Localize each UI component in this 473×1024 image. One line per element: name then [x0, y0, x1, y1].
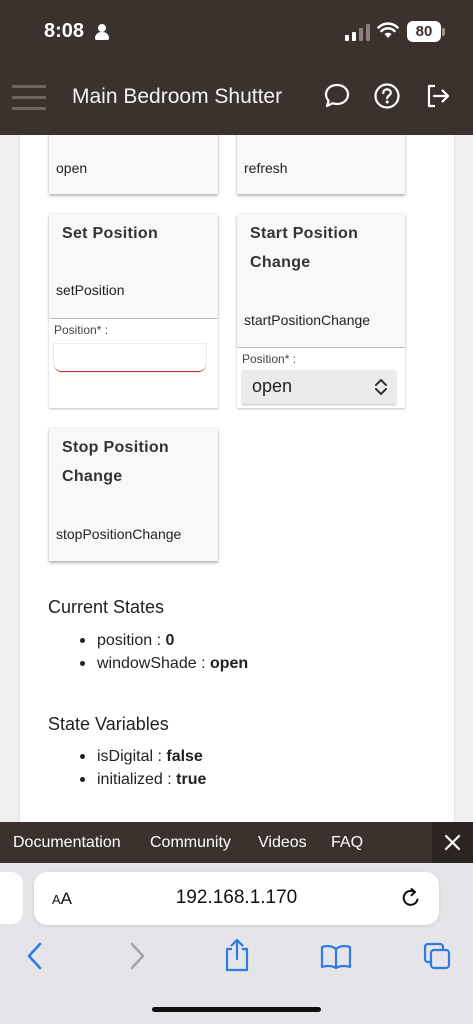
browser-toolbar: AA 192.168.1.170: [0, 863, 473, 1024]
stop-position-change-command-card[interactable]: Stop Position Change stopPositionChange: [49, 428, 218, 561]
state-variable-key: initialized: [97, 771, 163, 788]
status-time: 8:08: [44, 20, 85, 42]
set-position-command-name: setPosition: [56, 282, 125, 298]
close-button[interactable]: [432, 822, 473, 863]
state-variable-value: true: [176, 771, 207, 788]
footer-link-documentation[interactable]: Documentation: [13, 834, 121, 852]
home-indicator: [152, 1007, 321, 1012]
start-position-change-title-line1: Start Position: [250, 225, 359, 242]
logout-icon[interactable]: [424, 82, 452, 110]
state-key: windowShade: [97, 655, 197, 672]
state-item: position : 0: [78, 629, 248, 652]
current-states-heading: Current States: [48, 597, 165, 617]
footer-bar: Documentation Community Videos FAQ: [0, 822, 473, 863]
address-bar[interactable]: AA 192.168.1.170: [34, 872, 439, 925]
app-header: Main Bedroom Shutter: [0, 65, 473, 135]
page-title: Main Bedroom Shutter: [72, 85, 283, 108]
help-icon[interactable]: [373, 82, 401, 110]
close-icon: [444, 834, 461, 851]
set-position-title: Set Position: [62, 225, 159, 242]
chat-icon[interactable]: [323, 82, 351, 110]
menu-icon[interactable]: [12, 85, 46, 111]
reload-icon[interactable]: [400, 887, 422, 909]
back-icon[interactable]: [25, 941, 45, 971]
start-position-change-param-label: Position* :: [242, 352, 297, 366]
footer-link-faq[interactable]: FAQ: [331, 834, 363, 852]
position-select-value: open: [252, 376, 293, 396]
position-input[interactable]: [54, 344, 206, 372]
refresh-command-name: refresh: [244, 160, 288, 176]
footer-link-videos[interactable]: Videos: [258, 834, 307, 852]
state-variables-heading: State Variables: [48, 714, 169, 734]
state-variable-key: isDigital: [97, 748, 154, 765]
state-value: open: [209, 655, 249, 672]
share-icon[interactable]: [223, 937, 251, 973]
stop-position-change-title-line2: Change: [62, 468, 123, 485]
previous-tab-stub[interactable]: [0, 872, 23, 924]
chevron-up-down-icon: [375, 379, 387, 395]
url-text[interactable]: 192.168.1.170: [34, 887, 439, 909]
stop-position-change-title-line1: Stop Position: [62, 439, 170, 456]
set-position-param-box: Position* :: [49, 319, 218, 408]
state-key: position: [97, 632, 153, 649]
current-states-list: position : 0 windowShade : open: [78, 629, 248, 675]
state-variable-item: isDigital : false: [78, 745, 206, 768]
position-select[interactable]: open: [242, 370, 396, 404]
tabs-icon[interactable]: [423, 942, 451, 970]
start-position-change-command-card[interactable]: Start Position Change startPositionChang…: [237, 214, 405, 347]
refresh-command-card[interactable]: refresh: [237, 135, 405, 194]
cellular-signal-icon: [345, 23, 371, 41]
set-position-param-label: Position* :: [54, 323, 109, 337]
open-command-name: open: [56, 160, 88, 176]
state-item: windowShade : open: [78, 652, 248, 675]
bookmarks-icon[interactable]: [320, 944, 352, 970]
content-area[interactable]: open refresh Set Position setPosition Po…: [0, 135, 473, 822]
start-position-change-param-box: Position* : open: [237, 348, 405, 408]
footer-link-community[interactable]: Community: [150, 834, 231, 852]
open-command-card[interactable]: open: [49, 135, 218, 194]
set-position-command-card[interactable]: Set Position setPosition: [49, 214, 218, 318]
start-position-change-title-line2: Change: [250, 254, 311, 271]
state-variable-item: initialized : true: [78, 768, 206, 791]
status-bar: 8:08 80: [0, 0, 473, 65]
person-icon: [95, 24, 109, 40]
battery-nub: [442, 28, 445, 36]
state-variable-value: false: [166, 748, 203, 765]
state-value: 0: [165, 632, 175, 649]
state-variables-list: isDigital : false initialized : true: [78, 745, 206, 791]
battery-icon: 80: [407, 21, 441, 42]
start-position-change-command-name: startPositionChange: [244, 312, 371, 328]
wifi-icon: [377, 22, 399, 38]
forward-icon[interactable]: [127, 941, 147, 971]
stop-position-change-command-name: stopPositionChange: [56, 526, 182, 542]
